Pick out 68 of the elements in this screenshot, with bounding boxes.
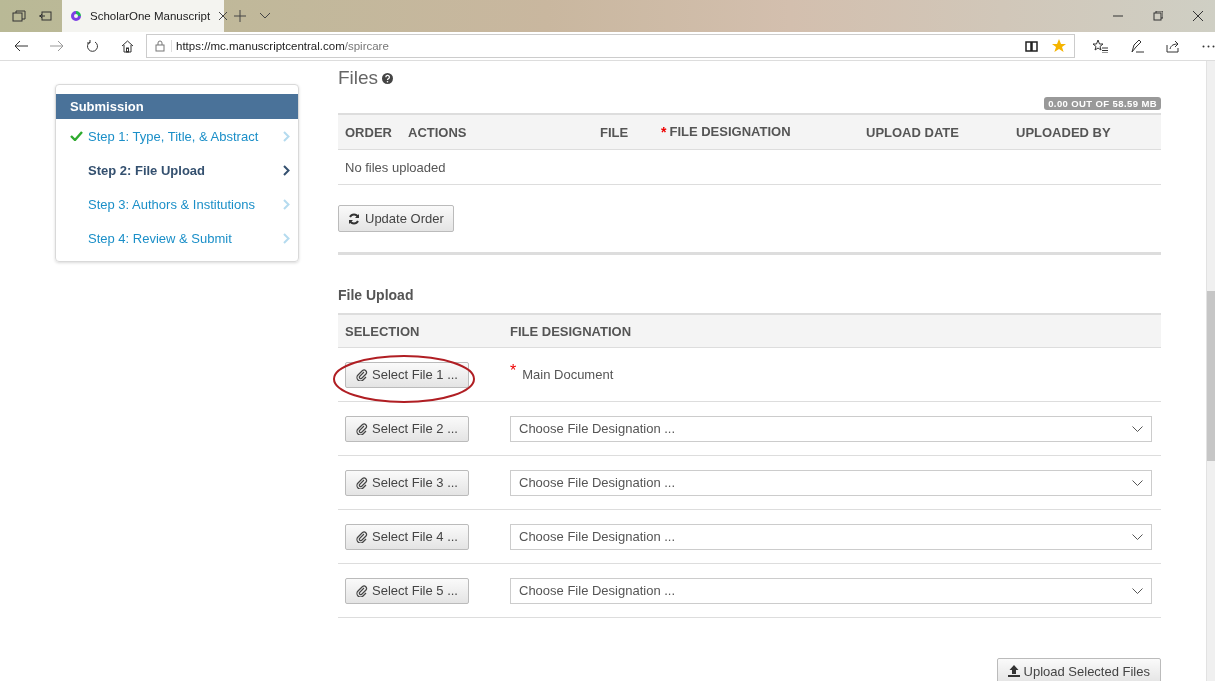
chevron-right-icon xyxy=(283,198,290,210)
refresh-icon[interactable] xyxy=(86,39,99,53)
section-title: Files xyxy=(338,67,379,89)
column-header: ACTIONS xyxy=(408,124,468,140)
step-link[interactable]: Step 4: Review & Submit xyxy=(56,221,298,255)
step-link[interactable]: Step 3: Authors & Institutions xyxy=(56,187,298,221)
select-file-button[interactable]: Select File 5 ... xyxy=(345,577,469,604)
close-icon[interactable] xyxy=(218,11,229,21)
site-logo-icon xyxy=(70,10,82,22)
tab-preview-icon[interactable] xyxy=(38,10,52,22)
column-header: ORDER xyxy=(345,124,393,140)
select-file-button[interactable]: Select File 1 ... xyxy=(345,361,469,388)
storage-badge: 0.00 OUT OF 58.59 MB xyxy=(1044,97,1161,110)
upload-icon xyxy=(1007,665,1020,677)
back-arrow-icon[interactable] xyxy=(14,40,28,52)
share-icon[interactable] xyxy=(1166,39,1180,53)
designation-dropdown[interactable]: Choose File Designation ... xyxy=(510,577,1152,604)
chevron-right-icon xyxy=(283,164,290,176)
address-bar[interactable]: https://mc.manuscriptcentral.com/spircare xyxy=(146,34,1075,58)
pen-icon[interactable] xyxy=(1130,39,1144,53)
file-designation: Main Document xyxy=(522,367,614,382)
favorites-list-icon[interactable] xyxy=(1093,39,1108,53)
column-header: UPLOADED BY xyxy=(1016,124,1112,140)
column-header: FILE xyxy=(600,124,630,140)
chevron-down-icon xyxy=(1132,479,1143,486)
more-icon[interactable] xyxy=(1202,44,1215,48)
upload-selected-files-button[interactable]: Upload Selected Files xyxy=(996,658,1161,681)
update-order-button[interactable]: Update Order xyxy=(338,205,454,232)
column-header: UPLOAD DATE xyxy=(866,124,960,140)
maximize-icon[interactable] xyxy=(1153,11,1163,21)
section-title: File Upload xyxy=(338,287,415,305)
required-mark: * xyxy=(510,361,517,380)
column-header: SELECTION xyxy=(345,323,421,339)
close-icon[interactable] xyxy=(1193,11,1203,21)
home-icon[interactable] xyxy=(121,39,134,53)
sidebar-title: Submission xyxy=(56,94,298,119)
paperclip-icon xyxy=(356,584,368,597)
column-header: * FILE DESIGNATION xyxy=(661,124,792,140)
designation-dropdown[interactable]: Choose File Designation ... xyxy=(510,523,1152,550)
scrollbar[interactable] xyxy=(1206,61,1215,681)
chevron-right-icon xyxy=(283,232,290,244)
paperclip-icon xyxy=(356,422,368,435)
select-file-button[interactable]: Select File 4 ... xyxy=(345,523,469,550)
help-icon[interactable] xyxy=(382,72,394,84)
select-file-button[interactable]: Select File 2 ... xyxy=(345,415,469,442)
chevron-down-icon[interactable] xyxy=(260,13,270,19)
chevron-down-icon xyxy=(1132,533,1143,540)
paperclip-icon xyxy=(356,530,368,543)
chevron-down-icon xyxy=(1132,425,1143,432)
browser-tab[interactable]: ScholarOne Manuscript xyxy=(62,0,224,32)
plus-icon[interactable] xyxy=(234,10,246,22)
book-icon[interactable] xyxy=(1025,40,1038,52)
designation-dropdown[interactable]: Choose File Designation ... xyxy=(510,469,1152,496)
chevron-down-icon xyxy=(1132,587,1143,594)
paperclip-icon xyxy=(356,476,368,489)
forward-arrow-icon[interactable] xyxy=(50,40,64,52)
step-link[interactable]: Step 2: File Upload xyxy=(56,153,298,187)
chevron-right-icon xyxy=(283,130,290,142)
star-icon[interactable] xyxy=(1052,39,1066,53)
step-link[interactable]: Step 1: Type, Title, & Abstract xyxy=(56,119,298,153)
tab-set-icon[interactable] xyxy=(12,10,26,22)
select-file-button[interactable]: Select File 3 ... xyxy=(345,469,469,496)
column-header: FILE DESIGNATION xyxy=(510,323,632,339)
paperclip-icon xyxy=(356,368,368,381)
empty-message: No files uploaded xyxy=(345,159,446,175)
designation-dropdown[interactable]: Choose File Designation ... xyxy=(510,415,1152,442)
refresh-icon xyxy=(348,212,360,225)
lock-icon xyxy=(155,40,165,52)
